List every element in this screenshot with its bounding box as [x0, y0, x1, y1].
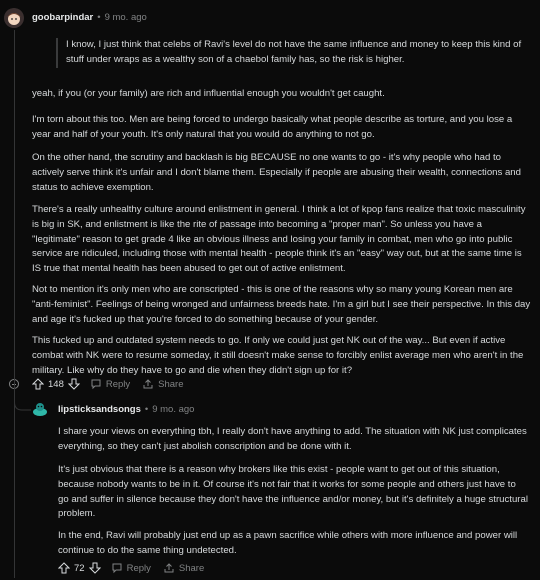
reply-reply-button[interactable]: Reply	[111, 562, 151, 574]
reply-timestamp: 9 mo. ago	[152, 404, 195, 415]
thread-line-reply	[14, 394, 15, 578]
comment-paragraph-4: There's a really unhealthy culture aroun…	[32, 204, 526, 275]
share-button[interactable]: Share	[142, 378, 184, 390]
reply-label: Reply	[105, 378, 131, 390]
reply-action-bar: 72 Reply Share	[58, 560, 204, 576]
reply-meta: lipsticksandsongs • 9 mo. ago	[58, 404, 194, 415]
separator-dot: •	[97, 12, 101, 23]
thread-line-main	[14, 30, 15, 380]
reply-upvote-button[interactable]	[58, 562, 70, 574]
reply-icon	[112, 563, 122, 574]
comment-paragraph-3: On the other hand, the scrutiny and back…	[32, 152, 521, 193]
downvote-button[interactable]	[67, 378, 80, 390]
vote-count: 148	[48, 378, 64, 390]
share-label: Share	[158, 378, 184, 390]
reply-share-button[interactable]: Share	[163, 562, 204, 574]
reply-vote-count: 72	[74, 562, 85, 574]
quoted-text: I know, I just think that celebs of Ravi…	[56, 38, 536, 68]
reply-share-label: Share	[178, 562, 205, 574]
reply-reply-label: Reply	[126, 562, 151, 574]
comment-paragraph-2: I'm torn about this too. Men are being f…	[32, 114, 513, 140]
downvote-icon	[88, 562, 101, 574]
reply-icon	[91, 379, 101, 390]
reply-button[interactable]: Reply	[90, 378, 130, 390]
avatar-goobarpindar[interactable]	[4, 8, 24, 28]
share-icon	[164, 563, 174, 573]
timestamp: 9 mo. ago	[104, 12, 147, 23]
upvote-icon	[58, 562, 70, 574]
separator-dot: •	[144, 404, 149, 415]
reply-downvote-button[interactable]	[88, 562, 101, 574]
comment-paragraph-1: yeah, if you (or your family) are rich a…	[32, 88, 385, 99]
comment-meta: goobarpindar • 9 mo. ago	[32, 12, 147, 23]
reply-paragraph-1: I share your views on everything tbh, I …	[58, 426, 527, 452]
reply-paragraph-2: It's just obvious that there is a reason…	[58, 464, 528, 520]
reply-paragraph-3: In the end, Ravi will probably just end …	[58, 530, 518, 556]
comment-paragraph-6: This fucked up and outdated system needs…	[32, 335, 524, 376]
username[interactable]: goobarpindar	[32, 12, 93, 23]
share-icon	[143, 379, 153, 389]
comment-paragraph-5: Not to mention it's only men who are con…	[32, 284, 531, 325]
comment-action-bar: 148 Reply Share	[32, 376, 184, 392]
reply-username[interactable]: lipsticksandsongs	[58, 404, 141, 415]
avatar-lipsticksandsongs[interactable]	[31, 400, 49, 418]
downvote-icon	[67, 378, 80, 390]
